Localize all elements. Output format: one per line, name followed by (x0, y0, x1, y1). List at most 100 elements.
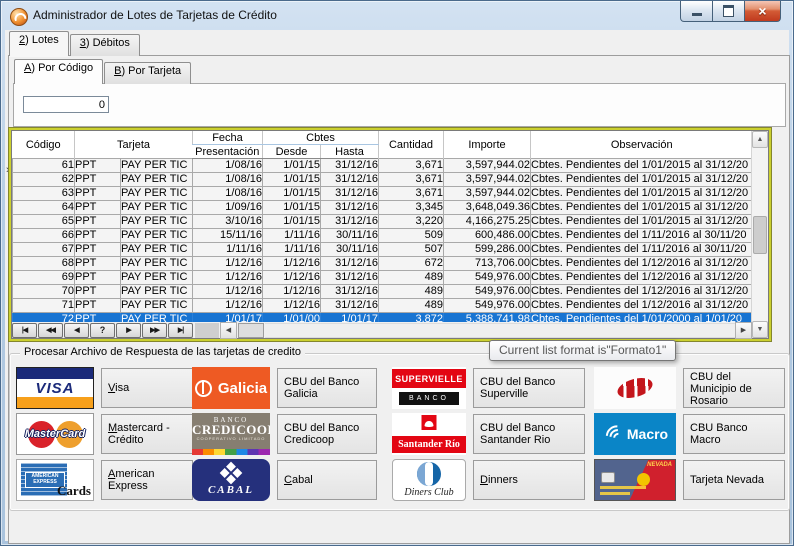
cell-cantidad: 3,220 (379, 215, 444, 229)
cell-fecha: 15/11/16 (193, 229, 263, 243)
table-row[interactable]: 64PPTPAY PER TIC1/09/161/01/1531/12/163,… (13, 201, 753, 215)
titlebar[interactable]: Administrador de Lotes de Tarjetas de Cr… (1, 1, 793, 30)
format-tooltip: Current list format is"Formato1" (489, 340, 676, 361)
cell-cantidad: 3,872 (379, 313, 444, 323)
col-header-presentacion[interactable]: Presentación (193, 145, 263, 159)
col-header-importe[interactable]: Importe (444, 131, 531, 159)
card-tile-amex: AMERICAN EXPRESS Cards American Express (16, 459, 193, 501)
cell-desde: 1/12/16 (263, 257, 321, 271)
tab-por-tarjeta[interactable]: B) Por Tarjeta (104, 62, 191, 84)
close-button[interactable]: × (744, 1, 781, 22)
nav-first-button[interactable]: |◀ (12, 323, 37, 338)
cell-tarjeta: PAY PER TIC (121, 173, 193, 187)
nevada-wordmark: NEVADA (647, 462, 672, 468)
horizontal-scroll-track[interactable] (265, 323, 735, 338)
sub-tabbar: A) Por Código B) Por Tarjeta (14, 61, 192, 84)
code-input[interactable] (23, 96, 109, 113)
cell-fecha: 1/08/16 (193, 187, 263, 201)
col-header-fecha[interactable]: Fecha (193, 131, 263, 145)
vertical-scrollbar[interactable]: ▲ ▼ (751, 131, 768, 338)
nav-help-button[interactable]: ? (90, 323, 115, 338)
nav-last-button[interactable]: ▶| (168, 323, 193, 338)
vertical-scroll-track[interactable] (752, 148, 768, 321)
cell-tipo: PPT (75, 159, 121, 173)
nav-next-button[interactable]: ▶ (116, 323, 141, 338)
credicoop-logo: BANCO CREDICOOP COOPERATIVO LIMITADO (192, 413, 270, 455)
table-row[interactable]: 70PPTPAY PER TIC1/12/161/12/1631/12/1648… (13, 285, 753, 299)
tab-debitos[interactable]: 3) Débitos (70, 34, 140, 56)
cell-codigo: 63 (13, 187, 75, 201)
nav-next-page-button[interactable]: ▶▶ (142, 323, 167, 338)
minimize-button[interactable] (680, 1, 713, 22)
cell-tipo: PPT (75, 313, 121, 323)
rosario-cbu-button[interactable]: CBU del Municipio de Rosario (683, 368, 785, 408)
galicia-cbu-button[interactable]: CBU del Banco Galicia (277, 368, 377, 408)
visa-process-button[interactable]: Visa (101, 368, 193, 408)
diners-club-logo: Diners Club (392, 459, 466, 501)
table-row[interactable]: 71PPTPAY PER TIC1/12/161/12/1631/12/1648… (13, 299, 753, 313)
col-header-cantidad[interactable]: Cantidad (379, 131, 444, 159)
vertical-scroll-thumb[interactable] (753, 216, 767, 254)
table-row[interactable]: 61PPTPAY PER TIC1/08/161/01/1531/12/163,… (13, 159, 753, 173)
cell-cantidad: 672 (379, 257, 444, 271)
horizontal-scroll-thumb[interactable] (238, 323, 264, 338)
cabal-process-button[interactable]: Cabal (277, 460, 377, 500)
cell-obs: Cbtes. Pendientes del 1/01/2015 al 31/12… (531, 173, 753, 187)
scroll-down-icon[interactable]: ▼ (752, 321, 768, 338)
card-tile-macro: Macro CBU Banco Macro (594, 413, 785, 455)
cell-tarjeta: PAY PER TIC (121, 299, 193, 313)
table-header: Código Tarjeta Fecha Cbtes Cantidad Impo… (13, 131, 753, 159)
col-header-codigo[interactable]: Código (13, 131, 75, 159)
client-area: 2) Lotes 3) Débitos A) Por Código B) Por… (5, 30, 789, 541)
supervielle-cbu-button[interactable]: CBU del Banco Superville (473, 368, 585, 408)
credicoop-wordmark: CREDICOOP (192, 424, 270, 436)
cell-desde: 1/01/00 (263, 313, 321, 323)
cell-codigo: 66 (13, 229, 75, 243)
table-row[interactable]: 63PPTPAY PER TIC1/08/161/01/1531/12/163,… (13, 187, 753, 201)
col-header-hasta[interactable]: Hasta (321, 145, 379, 159)
cell-importe: 4,166,275.25 (444, 215, 531, 229)
santander-cbu-button[interactable]: CBU del Banco Santander Rio (473, 414, 585, 454)
hscroll-left-icon[interactable]: ◀ (220, 322, 237, 339)
tab-lotes[interactable]: 2) Lotes (9, 31, 69, 56)
cell-cantidad: 3,345 (379, 201, 444, 215)
credicoop-cbu-button[interactable]: CBU del Banco Credicoop (277, 414, 377, 454)
cell-cantidad: 3,671 (379, 187, 444, 201)
nav-prior-page-button[interactable]: ◀◀ (38, 323, 63, 338)
cell-importe: 3,648,049.36 (444, 201, 531, 215)
col-header-cbtes[interactable]: Cbtes (263, 131, 379, 145)
cell-hasta: 31/12/16 (321, 173, 379, 187)
table-row[interactable]: 69PPTPAY PER TIC1/12/161/12/1631/12/1648… (13, 271, 753, 285)
col-header-observacion[interactable]: Observación (531, 131, 753, 159)
scroll-up-icon[interactable]: ▲ (752, 131, 768, 148)
galicia-crest-icon (195, 380, 212, 397)
cell-hasta: 30/11/16 (321, 229, 379, 243)
col-header-tarjeta[interactable]: Tarjeta (75, 131, 193, 159)
maximize-button[interactable] (712, 1, 745, 22)
table-row[interactable]: 67PPTPAY PER TIC1/11/161/11/1630/11/1650… (13, 243, 753, 257)
mastercard-process-button[interactable]: Mastercard - Crédito (101, 414, 193, 454)
cell-codigo: 67 (13, 243, 75, 257)
tab-por-codigo[interactable]: A) Por Código (14, 59, 103, 84)
nav-prior-button[interactable]: ◀ (64, 323, 89, 338)
table-row[interactable]: 62PPTPAY PER TIC1/08/161/01/1531/12/163,… (13, 173, 753, 187)
nevada-process-button[interactable]: Tarjeta Nevada (683, 460, 785, 500)
table-row[interactable]: 66PPTPAY PER TIC15/11/161/11/1630/11/165… (13, 229, 753, 243)
table-row[interactable]: 65PPTPAY PER TIC3/10/161/01/1531/12/163,… (13, 215, 753, 229)
diners-process-button[interactable]: Dinners (473, 460, 585, 500)
cell-desde: 1/12/16 (263, 271, 321, 285)
card-tile-diners: Diners Club Dinners (392, 459, 585, 501)
cell-hasta: 31/12/16 (321, 271, 379, 285)
cell-cantidad: 489 (379, 299, 444, 313)
hscroll-right-icon[interactable]: ▶ (735, 322, 752, 339)
table-row[interactable]: 72PPTPAY PER TIC1/01/171/01/001/01/173,8… (13, 313, 753, 323)
cell-importe: 600,486.00 (444, 229, 531, 243)
cell-cantidad: 509 (379, 229, 444, 243)
amex-process-button[interactable]: American Express (101, 460, 193, 500)
macro-cbu-button[interactable]: CBU Banco Macro (683, 414, 785, 454)
col-header-desde[interactable]: Desde (263, 145, 321, 159)
cell-obs: Cbtes. Pendientes del 1/01/2015 al 31/12… (531, 215, 753, 229)
process-groupbox: Procesar Archivo de Respuesta de las tar… (9, 353, 790, 511)
supervielle-banco-band: BANCO (399, 392, 459, 405)
table-row[interactable]: 68PPTPAY PER TIC1/12/161/12/1631/12/1667… (13, 257, 753, 271)
